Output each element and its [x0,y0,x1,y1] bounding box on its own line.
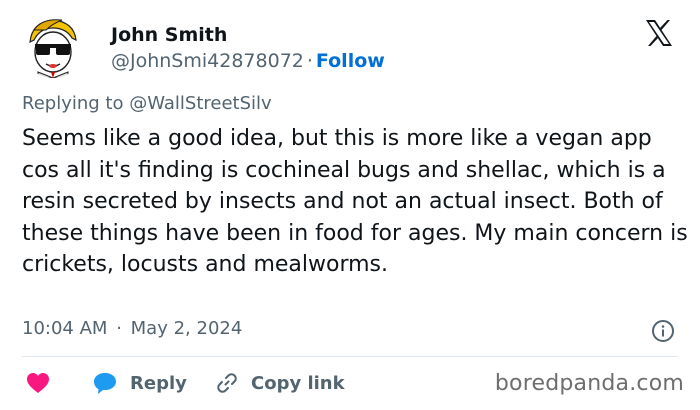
link-icon [217,373,237,393]
wallstreet-guy-avatar-icon [22,16,84,78]
replying-mention[interactable]: @WallStreetSilv [129,93,271,114]
tweet-header: John Smith @JohnSmi42878072 · Follow [22,14,682,84]
x-logo-icon[interactable] [644,18,674,48]
tweet-time: 10:04 AM [22,318,108,339]
author-handle[interactable]: @JohnSmi42878072 [111,50,304,72]
like-button[interactable] [26,368,50,398]
replying-prefix: Replying to [22,93,124,114]
timestamp[interactable]: 10:04 AM · May 2, 2024 [22,318,242,339]
reply-bubble-icon [94,373,116,394]
author-handle-row: @JohnSmi42878072 · Follow [111,50,385,72]
tweet-text: Seems like a good idea, but this is more… [22,126,688,277]
avatar[interactable] [22,16,84,78]
timestamp-separator: · [116,318,122,339]
watermark: boredpanda.com [494,371,684,396]
divider [22,356,678,357]
separator-dot: · [306,50,313,72]
reply-button[interactable]: Reply [92,368,187,398]
follow-button[interactable]: Follow [316,50,385,72]
copy-link-button[interactable]: Copy link [215,368,345,398]
info-icon[interactable] [651,319,675,343]
copy-link-label: Copy link [251,372,345,394]
heart-icon [27,373,49,393]
author-name[interactable]: John Smith [111,24,227,46]
reply-label: Reply [130,372,187,394]
replying-to: Replying to @WallStreetSilv [22,93,272,114]
tweet-date: May 2, 2024 [130,318,243,339]
